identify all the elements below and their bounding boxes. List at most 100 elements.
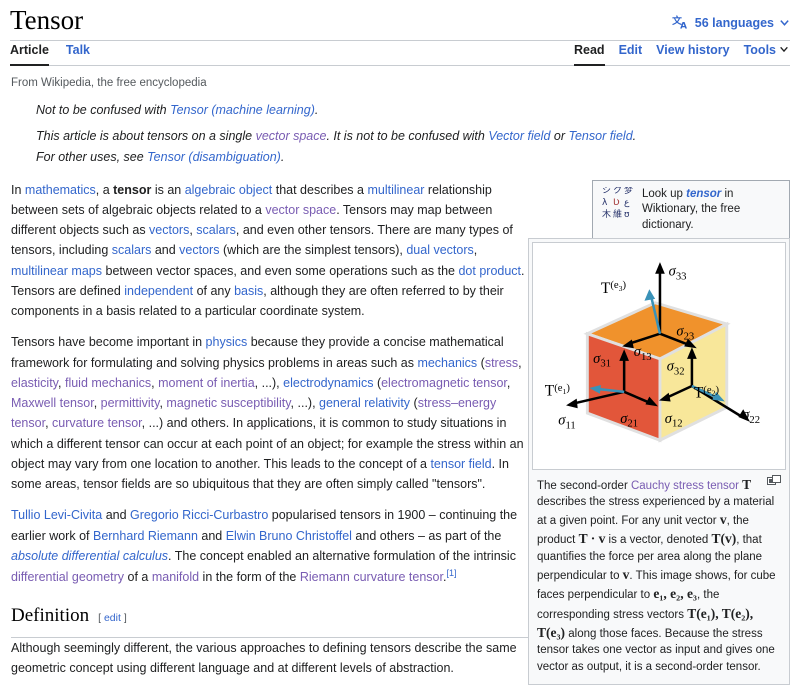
wiki-link-visited[interactable]: differential geometry — [11, 570, 124, 584]
wiktionary-glyph: 維 — [613, 209, 623, 220]
wiktionary-logo: シク梦 λƲع 木維ʊ — [600, 186, 634, 221]
text-run: (which are the simplest tensors), — [219, 243, 407, 258]
lead-paragraph-2: Tensors have become important in physics… — [11, 332, 537, 494]
wiki-link[interactable]: multilinear — [367, 183, 424, 197]
wiki-link-visited[interactable]: manifold — [152, 570, 199, 584]
text-run: In — [11, 182, 25, 197]
wiki-link[interactable]: general relativity — [319, 396, 410, 410]
tab-talk[interactable]: Talk — [66, 40, 90, 65]
wiki-link[interactable]: dot product — [458, 264, 521, 278]
cauchy-stress-cube-image[interactable]: σ33 σ23 σ13 σ31 σ11 σ21 σ32 σ12 σ22 T(e3… — [537, 247, 781, 465]
definition-paragraph: Although seemingly different, the variou… — [11, 638, 537, 679]
wiki-link-visited[interactable]: stress — [485, 356, 518, 370]
bold-term: tensor — [113, 182, 152, 197]
wiki-link-visited[interactable]: vector space — [265, 203, 336, 217]
page-title: Tensor — [10, 5, 84, 35]
wiki-link[interactable]: mathematics — [25, 183, 96, 197]
wiki-link-visited[interactable]: moment of inertia — [158, 376, 255, 390]
hatnote-group: Not to be confused with Tensor (machine … — [10, 101, 790, 167]
text-run: in the form of the — [199, 570, 300, 585]
wiki-link[interactable]: Tullio Levi-Civita — [11, 508, 102, 522]
wiki-link[interactable]: scalars — [196, 223, 236, 237]
tab-view-history[interactable]: View history — [656, 40, 729, 65]
text-run: Tensors have become important in — [11, 335, 206, 350]
wiki-link[interactable]: multilinear maps — [11, 264, 102, 278]
tab-tools[interactable]: Tools — [744, 40, 790, 65]
wiki-link-visited[interactable]: electromagnetic tensor — [381, 376, 507, 390]
text-run: . — [632, 128, 637, 143]
wiki-link-visited[interactable]: vector space — [256, 129, 327, 143]
thumbnail-image-frame[interactable]: σ33 σ23 σ13 σ31 σ11 σ21 σ32 σ12 σ22 T(e3… — [532, 241, 786, 470]
wiki-link[interactable]: dual vectors — [406, 243, 473, 257]
wiki-link[interactable]: basis — [234, 284, 263, 298]
text-run: , — [58, 375, 65, 390]
wiki-link-visited[interactable]: permittivity — [101, 396, 160, 410]
wiki-link[interactable]: physics — [206, 335, 248, 349]
wiki-link[interactable]: vectors — [179, 243, 219, 257]
language-selector-button[interactable]: 文 A 56 languages — [672, 13, 790, 40]
wiki-link-visited[interactable]: curvature tensor — [52, 416, 142, 430]
wiki-link[interactable]: Tensor (machine learning) — [170, 103, 315, 117]
text-run: , a — [95, 182, 114, 197]
wiki-link[interactable]: Gregorio Ricci-Curbastro — [130, 508, 268, 522]
text-run: . — [314, 103, 319, 118]
enlarge-icon[interactable] — [767, 474, 782, 486]
wiki-link-visited[interactable]: Maxwell tensor — [11, 396, 94, 410]
text-run: and others – as part of the — [351, 528, 502, 543]
language-count-label: 56 languages — [694, 15, 774, 30]
reference-link[interactable]: [1] — [446, 568, 456, 578]
wiki-link[interactable]: tensor field — [430, 457, 491, 471]
lookup-prefix: Look up — [642, 187, 687, 200]
wiki-link[interactable]: independent — [124, 284, 193, 298]
tab-edit[interactable]: Edit — [619, 40, 643, 65]
wiki-link-visited[interactable]: Riemann curvature tensor — [300, 570, 443, 584]
wiki-link[interactable]: Tensor field — [568, 129, 632, 143]
wiki-link-visited[interactable]: Cauchy stress tensor — [631, 480, 739, 492]
text-run: , ...), — [254, 375, 284, 390]
bracket-close: ] — [123, 612, 127, 625]
wiki-link-italic[interactable]: absolute differential calculus — [11, 549, 168, 563]
wiki-link[interactable]: Elwin Bruno Christoffel — [226, 529, 352, 543]
namespace-tabs: Article Talk — [10, 40, 90, 67]
definition-text-column: Although seemingly different, the variou… — [10, 638, 537, 679]
wiki-link-visited[interactable]: fluid mechanics — [65, 376, 151, 390]
text-run: Although seemingly different, the variou… — [11, 641, 517, 676]
hatnote-about: This article is about tensors on a singl… — [10, 127, 790, 146]
site-subtitle: From Wikipedia, the free encyclopedia — [11, 76, 207, 89]
wiki-link[interactable]: scalars — [112, 243, 152, 257]
text-run: between vector spaces, and even some ope… — [102, 263, 459, 278]
text-run: ( — [410, 396, 418, 410]
lead-paragraph-1: In mathematics, a tensor is an algebraic… — [11, 180, 537, 322]
caption-text: The second-order Cauchy stress tensor T … — [537, 476, 776, 673]
stress-tensor-thumbnail: σ33 σ23 σ13 σ31 σ11 σ21 σ32 σ12 σ22 T(e3… — [528, 237, 790, 686]
wiki-link[interactable]: Tensor (disambiguation) — [147, 150, 281, 164]
text-run: . It is not to be confused with — [326, 128, 489, 143]
text-run: , — [506, 375, 511, 390]
wiki-link[interactable]: algebraic object — [185, 183, 273, 197]
tab-read[interactable]: Read — [573, 40, 605, 67]
wiktionary-sister-box: シク梦 λƲع 木維ʊ Look up tensor in Wiktionary, … — [592, 179, 790, 242]
wiki-link[interactable]: mechanics — [417, 356, 477, 370]
lead-paragraph-3: Tullio Levi-Civita and Gregorio Ricci-Cu… — [11, 505, 537, 587]
edit-link[interactable]: edit — [104, 612, 121, 624]
math-bold: T(v) — [711, 531, 737, 547]
tools-label: Tools — [743, 42, 776, 57]
tab-article[interactable]: Article — [10, 40, 49, 67]
wiki-link[interactable]: vectors — [149, 223, 189, 237]
text-run: is an — [151, 182, 185, 197]
wiki-link-visited[interactable]: elasticity — [11, 376, 58, 390]
wiki-link-visited[interactable]: magnetic susceptibility — [166, 396, 290, 410]
lead-text-column: In mathematics, a tensor is an algebraic… — [10, 180, 537, 588]
text-run: . — [280, 150, 285, 165]
math-bold: T — [738, 476, 752, 492]
text-run: This article is about tensors on a singl… — [36, 128, 256, 143]
wiktionary-glyph: λ — [602, 197, 608, 208]
wiktionary-glyph: ʊ — [624, 209, 630, 220]
wiki-link[interactable]: Bernhard Riemann — [93, 529, 198, 543]
lookup-term[interactable]: tensor — [686, 188, 721, 200]
text-run: . The concept enabled an alternative for… — [168, 548, 516, 563]
math-bold: T · v — [578, 531, 606, 547]
wiki-link[interactable]: Vector field — [488, 129, 550, 143]
wiki-link[interactable]: electrodynamics — [283, 376, 373, 390]
edit-section-link-definition: [ edit ] — [98, 610, 127, 627]
